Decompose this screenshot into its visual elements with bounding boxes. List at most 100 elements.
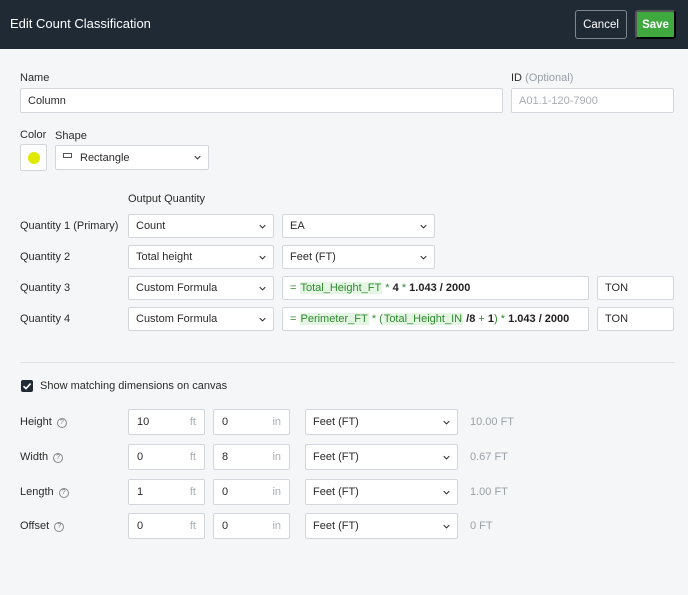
id-input[interactable]: A01.1-120-7900 [511, 88, 674, 113]
length-inches-unit: in [272, 486, 281, 498]
chevron-down-icon [259, 223, 266, 230]
quantity-4-formula-input[interactable]: = Perimeter_FT * (Total_Height_IN /8 + 1… [282, 307, 589, 331]
offset-unit-value: Feet (FT) [313, 520, 359, 532]
width-feet-input[interactable]: 0 ft [128, 444, 205, 470]
help-icon[interactable]: ? [58, 488, 69, 498]
chevron-down-icon [443, 489, 450, 496]
width-inches-input[interactable]: 8 in [213, 444, 290, 470]
formula-token: ) [494, 313, 498, 325]
quantity-1-type-select[interactable]: Count [128, 214, 274, 238]
shape-label: Shape [55, 130, 87, 142]
length-label: Length? [20, 486, 69, 498]
chevron-down-icon [420, 223, 427, 230]
quantity-4-type-value: Custom Formula [136, 313, 218, 325]
offset-inches-input[interactable]: 0 in [213, 513, 290, 539]
cancel-button[interactable]: Cancel [575, 10, 627, 39]
length-feet-unit: ft [189, 486, 196, 498]
section-divider [20, 362, 675, 363]
quantity-2-type-select[interactable]: Total height [128, 245, 274, 269]
name-label: Name [20, 72, 50, 84]
height-label: Height? [20, 416, 67, 428]
length-unit-value: Feet (FT) [313, 486, 359, 498]
height-inches-input[interactable]: 0 in [213, 409, 290, 435]
quantity-1-unit-select[interactable]: EA [282, 214, 435, 238]
id-optional-text: (Optional) [525, 72, 574, 84]
quantity-4-label: Quantity 4 [20, 313, 71, 325]
id-label: ID (Optional) [511, 72, 573, 84]
formula-token: * [385, 282, 390, 294]
checkmark-icon [22, 383, 32, 390]
quantity-1-label: Quantity 1 (Primary) [20, 220, 119, 232]
height-unit-select[interactable]: Feet (FT) [305, 409, 458, 435]
width-feet-value: 0 [137, 451, 144, 463]
chevron-down-icon [259, 316, 266, 323]
width-unit-select[interactable]: Feet (FT) [305, 444, 458, 470]
help-icon[interactable]: ? [54, 522, 65, 532]
dialog-header: Edit Count Classification Cancel Save [0, 0, 688, 49]
quantity-2-unit-select[interactable]: Feet (FT) [282, 245, 435, 269]
height-feet-value: 10 [137, 416, 150, 428]
height-feet-input[interactable]: 10 ft [128, 409, 205, 435]
show-dimensions-checkbox[interactable] [21, 380, 33, 392]
formula-token: 4 [392, 282, 399, 294]
help-icon[interactable]: ? [53, 453, 64, 463]
quantity-2-label: Quantity 2 [20, 251, 71, 263]
save-button[interactable]: Save [635, 10, 676, 39]
formula-token: * [500, 313, 506, 325]
length-inches-input[interactable]: 0 in [213, 479, 290, 505]
color-label: Color [20, 129, 47, 141]
quantity-4-type-select[interactable]: Custom Formula [128, 307, 274, 331]
dialog-title: Edit Count Classification [10, 16, 151, 31]
width-inches-value: 8 [222, 451, 229, 463]
quantity-2-unit-value: Feet (FT) [290, 251, 336, 263]
color-swatch[interactable] [20, 144, 47, 171]
show-dimensions-label: Show matching dimensions on canvas [40, 380, 228, 392]
shape-select[interactable]: Rectangle [55, 145, 209, 170]
quantity-3-formula-input[interactable]: = Total_Height_FT * 4 * 1.043 / 2000 [282, 276, 589, 300]
chevron-down-icon [259, 254, 266, 261]
width-feet-unit: ft [189, 451, 196, 463]
quantity-4-unit-input[interactable]: TON [597, 307, 674, 331]
height-label-text: Height [20, 416, 52, 428]
width-label-text: Width [20, 451, 49, 463]
help-icon[interactable]: ? [56, 418, 67, 428]
formula-token: = [290, 313, 297, 325]
quantity-3-label: Quantity 3 [20, 282, 71, 294]
offset-feet-unit: ft [189, 520, 196, 532]
formula-token: * [401, 282, 407, 294]
id-input-placeholder: A01.1-120-7900 [519, 94, 598, 107]
length-unit-select[interactable]: Feet (FT) [305, 479, 458, 505]
quantity-4-unit-value: TON [605, 313, 629, 325]
length-feet-value: 1 [137, 486, 144, 498]
height-inches-value: 0 [222, 416, 229, 428]
output-quantity-header: Output Quantity [128, 193, 206, 205]
formula-token: /8 [466, 313, 476, 325]
quantity-1-type-value: Count [136, 220, 166, 232]
offset-result: 0 FT [470, 520, 493, 532]
offset-unit-select[interactable]: Feet (FT) [305, 513, 458, 539]
id-label-text: ID [511, 72, 522, 84]
formula-variable: Total_Height_FT [299, 282, 383, 294]
name-input[interactable]: Column [20, 88, 503, 113]
rectangle-icon [63, 153, 72, 158]
chevron-down-icon [259, 285, 266, 292]
offset-label: Offset? [20, 520, 65, 532]
formula-variable: Perimeter_FT [299, 313, 369, 325]
length-feet-input[interactable]: 1 ft [128, 479, 205, 505]
formula-token: = [290, 282, 297, 294]
height-unit-value: Feet (FT) [313, 416, 359, 428]
formula-token: 1.043 / 2000 [409, 282, 471, 294]
formula-token: + [478, 313, 485, 325]
quantity-3-unit-input[interactable]: TON [597, 276, 674, 300]
quantity-3-unit-value: TON [605, 282, 629, 294]
quantity-3-type-select[interactable]: Custom Formula [128, 276, 274, 300]
quantity-3-type-value: Custom Formula [136, 282, 218, 294]
width-unit-value: Feet (FT) [313, 451, 359, 463]
formula-token: 1.043 / 2000 [508, 313, 570, 325]
quantity-2-type-value: Total height [136, 251, 193, 263]
quantity-1-unit-value: EA [290, 220, 305, 232]
offset-feet-input[interactable]: 0 ft [128, 513, 205, 539]
formula-token: * ( [371, 313, 383, 325]
height-feet-unit: ft [189, 416, 196, 428]
color-dot [28, 152, 40, 164]
